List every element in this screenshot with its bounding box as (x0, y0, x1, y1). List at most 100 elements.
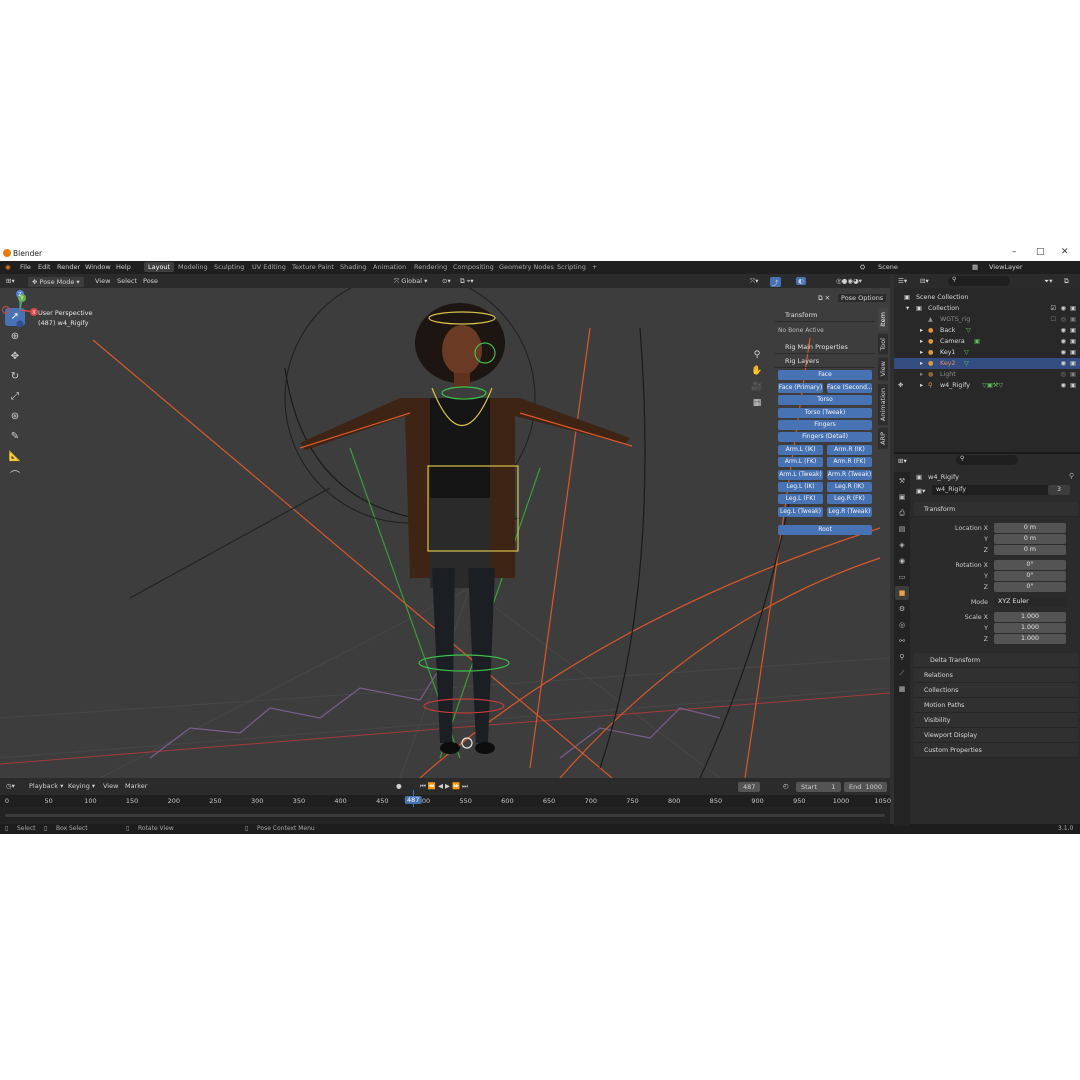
tab-view[interactable]: View (878, 357, 888, 381)
playback-controls-icon[interactable]: ⏮⏪◀▶⏩⏭ (420, 782, 470, 791)
tab-arp[interactable]: ARP (878, 428, 888, 449)
view-layer-field[interactable]: ViewLayer (989, 263, 1023, 271)
menu-render[interactable]: Render (57, 263, 80, 271)
render-camera-icon[interactable]: ▣ (1070, 316, 1076, 323)
timeline-editor-type-icon[interactable]: ◷▾ (6, 782, 15, 790)
npanel-close-icon[interactable]: ⧉ ✕ (818, 294, 830, 303)
location-z-field[interactable]: 0 m (994, 545, 1066, 555)
layer-torso-button[interactable]: Torso (778, 395, 872, 406)
armature-data-tab-icon[interactable]: ⚲ (895, 650, 909, 664)
outliner-row-item-selected[interactable]: ▸ ● Key2 ▽ ◉ ▣ (894, 358, 1080, 369)
render-camera-icon[interactable]: ▣ (1070, 349, 1076, 356)
layer-arm-l-fk-button[interactable]: Arm.L (FK) (778, 457, 823, 468)
users-count[interactable]: 3 (1048, 485, 1070, 495)
bone-tool-icon[interactable]: ⌒ (5, 468, 25, 486)
visibility-eye-icon[interactable]: ◎ (1061, 316, 1067, 323)
rotation-x-field[interactable]: 0° (994, 560, 1066, 570)
outliner-row-item[interactable]: ▸ ● Camera ▣ ◉ ▣ (894, 336, 1080, 347)
layer-face-primary-button[interactable]: Face (Primary) (778, 382, 823, 393)
menu-pose[interactable]: Pose (143, 277, 158, 285)
tab-tool[interactable]: Tool (878, 333, 888, 355)
transform-tool-icon[interactable]: ⊛ (5, 408, 25, 426)
tab-animation-side[interactable]: Animation (878, 383, 888, 426)
layer-face-button[interactable]: Face (778, 370, 872, 381)
world-tab-icon[interactable]: ◉ (895, 554, 909, 568)
menu-edit[interactable]: Edit (38, 263, 51, 271)
layer-arm-r-ik-button[interactable]: Arm.R (IK) (827, 444, 872, 455)
timeline-track[interactable] (0, 807, 890, 824)
tab-layout[interactable]: Layout (144, 262, 175, 272)
tab-geometry-nodes[interactable]: Geometry Nodes (499, 263, 554, 271)
scene-tab-icon[interactable]: ◈ (895, 538, 909, 552)
shading-modes-icon[interactable]: ◎●◉◕▾ (836, 277, 862, 285)
layer-arm-l-ik-button[interactable]: Arm.L (IK) (778, 444, 823, 455)
layer-fingers-detail-button[interactable]: Fingers (Detail) (778, 432, 872, 443)
menu-marker[interactable]: Marker (125, 782, 147, 790)
outliner-row-collection[interactable]: ▾ ▣ Collection ☑ ◉ ▣ (894, 303, 1080, 314)
add-workspace-button[interactable]: + (592, 263, 597, 271)
zoom-icon[interactable]: ⚲ (750, 350, 764, 366)
expand-arrow-icon[interactable]: ▸ (920, 360, 923, 367)
scale-tool-icon[interactable]: ⤢ (5, 388, 25, 406)
expand-arrow-icon[interactable]: ▸ (920, 349, 923, 356)
snap-icon[interactable]: ⧉ ⌖▾ (460, 277, 474, 286)
tab-texture-paint[interactable]: Texture Paint (292, 263, 334, 271)
expand-arrow-icon[interactable]: ▸ (920, 327, 923, 334)
layer-arm-r-fk-button[interactable]: Arm.R (FK) (827, 457, 872, 468)
pin-icon[interactable]: ⚲ (1069, 472, 1074, 480)
collection-tab-icon[interactable]: ▭ (895, 570, 909, 584)
outliner-search-input[interactable]: ⚲ (948, 276, 1010, 286)
mode-dropdown[interactable]: ✥ Pose Mode ▾ (28, 277, 84, 287)
physics-tab-icon[interactable]: ◎ (895, 618, 909, 632)
scale-y-field[interactable]: 1.000 (994, 623, 1066, 633)
expand-arrow-icon[interactable]: ▸ (920, 371, 923, 378)
annotate-tool-icon[interactable]: ✎ (5, 428, 25, 446)
render-camera-icon[interactable]: ▣ (1070, 327, 1076, 334)
outliner-row-scene-collection[interactable]: ▣ Scene Collection (894, 292, 1080, 303)
location-y-field[interactable]: 0 m (994, 534, 1066, 544)
layer-face-secondary-button[interactable]: Face (Second... (827, 382, 872, 393)
tab-modeling[interactable]: Modeling (178, 263, 208, 271)
delta-transform-section[interactable]: Delta Transform (914, 653, 1078, 668)
3d-viewport[interactable]: User Perspective (487) w4_Rigify ➚ ⊕ ✥ ↻… (0, 288, 890, 778)
visibility-eye-icon[interactable]: ◉ (1061, 327, 1067, 334)
view-layer-tab-icon[interactable]: ▤ (895, 522, 909, 536)
tab-sculpting[interactable]: Sculpting (214, 263, 244, 271)
editor-type-icon[interactable]: ⊞▾ (6, 277, 15, 285)
record-icon[interactable]: ● (396, 782, 402, 790)
menu-file[interactable]: File (20, 263, 31, 271)
rotation-mode-dropdown[interactable]: XYZ Euler (994, 597, 1066, 607)
tab-uv-editing[interactable]: UV Editing (252, 263, 286, 271)
custom-properties-section[interactable]: Custom Properties (914, 743, 1078, 758)
outliner-row-item[interactable]: ▸ ● Key1 ▽ ◉ ▣ (894, 347, 1080, 358)
rig-main-properties-header[interactable]: Rig Main Properties (775, 340, 875, 354)
start-frame-field[interactable]: Start 1 (796, 782, 841, 792)
layer-leg-l-ik-button[interactable]: Leg.L (IK) (778, 481, 823, 492)
visibility-eye-icon[interactable]: ◉ (1061, 360, 1067, 367)
layer-arm-l-tweak-button[interactable]: Arm.L (Tweak) (778, 469, 823, 480)
transform-section-header[interactable]: Transform (914, 502, 1078, 517)
layer-leg-l-tweak-button[interactable]: Leg.L (Tweak) (778, 506, 823, 517)
overlays-icon[interactable]: ◐ (796, 277, 806, 285)
move-tool-icon[interactable]: ✥ (5, 348, 25, 366)
bone-tab-icon[interactable]: ⟋ (895, 666, 909, 680)
expand-arrow-icon[interactable]: ▸ (920, 382, 923, 389)
minimize-button[interactable]: – (1012, 247, 1017, 257)
current-frame-field[interactable]: 487 (738, 782, 761, 792)
visibility-eye-icon[interactable]: ◉ (1061, 382, 1067, 389)
pivot-icon[interactable]: ⊙▾ (442, 277, 451, 285)
rotate-tool-icon[interactable]: ↻ (5, 368, 25, 386)
texture-tab-icon[interactable]: ▦ (895, 682, 909, 696)
scene-name-field[interactable]: Scene (878, 263, 898, 271)
menu-view[interactable]: View (95, 277, 110, 285)
maximize-button[interactable]: □ (1036, 247, 1045, 257)
render-camera-icon[interactable]: ▣ (1070, 338, 1076, 345)
scale-z-field[interactable]: 1.000 (994, 634, 1066, 644)
visibility-eye-icon[interactable]: ◉ (1061, 305, 1067, 312)
checkbox-icon[interactable]: ☐ (1050, 316, 1056, 323)
menu-timeline-view[interactable]: View (103, 782, 118, 790)
menu-help[interactable]: Help (116, 263, 131, 271)
expand-arrow-icon[interactable]: ▸ (920, 338, 923, 345)
close-button[interactable]: ✕ (1061, 247, 1069, 257)
rotation-y-field[interactable]: 0° (994, 571, 1066, 581)
